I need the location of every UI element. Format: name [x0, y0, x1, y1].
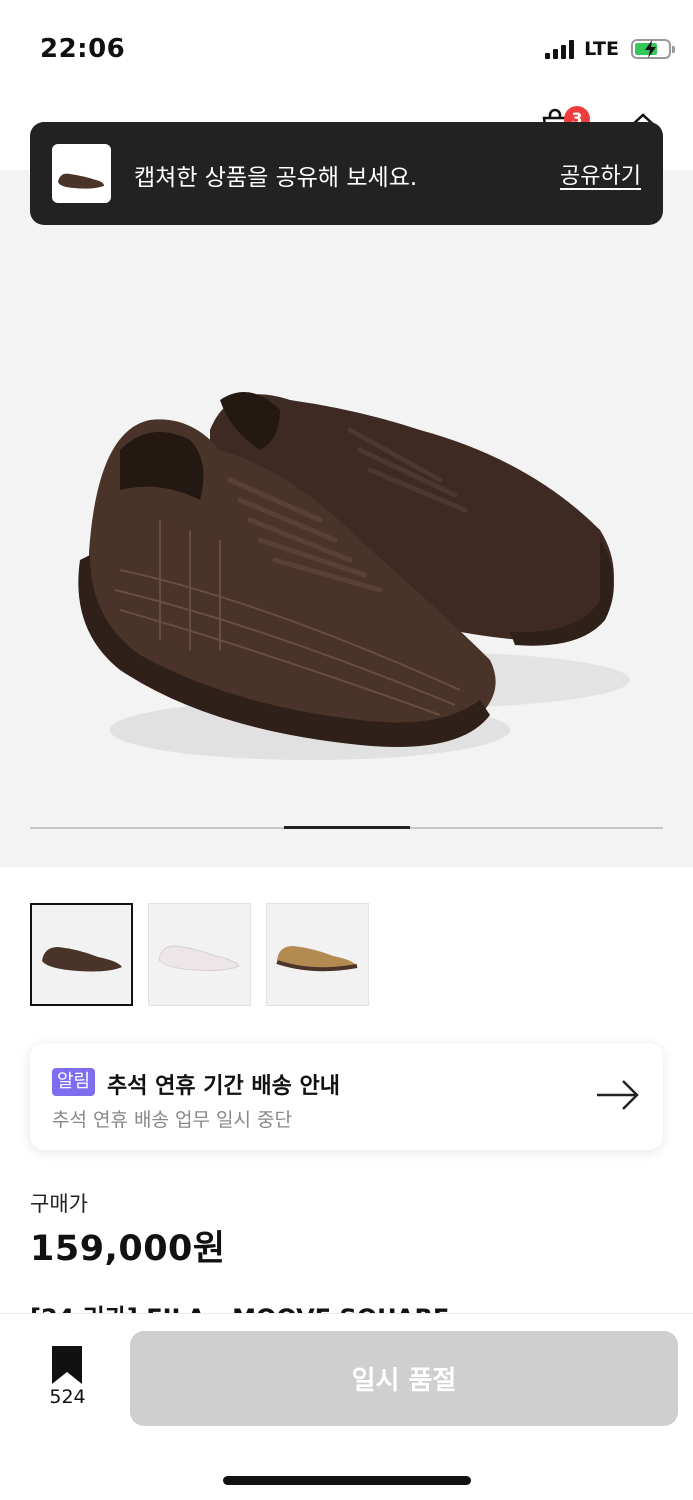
share-toast: 캡쳐한 상품을 공유해 보세요. 공유하기	[30, 122, 663, 225]
bookmark-icon	[52, 1346, 82, 1384]
sold-out-button[interactable]: 일시 품절	[130, 1331, 678, 1426]
arrow-right-icon	[597, 1080, 639, 1110]
signal-icon	[545, 39, 575, 59]
status-time: 22:06	[40, 34, 126, 64]
price-value: 159,000원	[30, 1229, 226, 1269]
share-button[interactable]: 공유하기	[560, 158, 641, 190]
network-label: LTE	[584, 38, 619, 60]
product-image	[78, 392, 630, 760]
carousel-pager-indicator	[284, 826, 410, 829]
thumbnail-strip	[30, 903, 369, 1006]
notice-subtitle: 추석 연휴 배송 업무 일시 중단	[52, 1109, 292, 1131]
product-image-carousel[interactable]	[0, 170, 693, 867]
carousel-pager	[30, 826, 663, 829]
bookmark-count: 524	[49, 1386, 86, 1408]
shipping-notice-card[interactable]: 알림 추석 연휴 기간 배송 안내 추석 연휴 배송 업무 일시 중단	[30, 1043, 663, 1150]
thumbnail-brown[interactable]	[30, 903, 133, 1006]
price-label: 구매가	[30, 1192, 88, 1216]
notice-badge: 알림	[52, 1068, 96, 1096]
battery-charging-icon	[631, 39, 675, 59]
bottom-action-bar: 524 일시 품절	[0, 1313, 693, 1500]
status-bar: 22:06 LTE	[0, 0, 693, 100]
status-indicators: LTE	[545, 38, 675, 60]
home-indicator	[223, 1476, 471, 1485]
toast-product-thumbnail	[52, 144, 111, 203]
thumbnail-white[interactable]	[148, 903, 251, 1006]
toast-message: 캡쳐한 상품을 공유해 보세요.	[134, 165, 418, 191]
notice-title: 추석 연휴 기간 배송 안내	[107, 1074, 341, 1099]
bookmark-button[interactable]: 524	[40, 1344, 95, 1414]
thumbnail-tan[interactable]	[266, 903, 369, 1006]
